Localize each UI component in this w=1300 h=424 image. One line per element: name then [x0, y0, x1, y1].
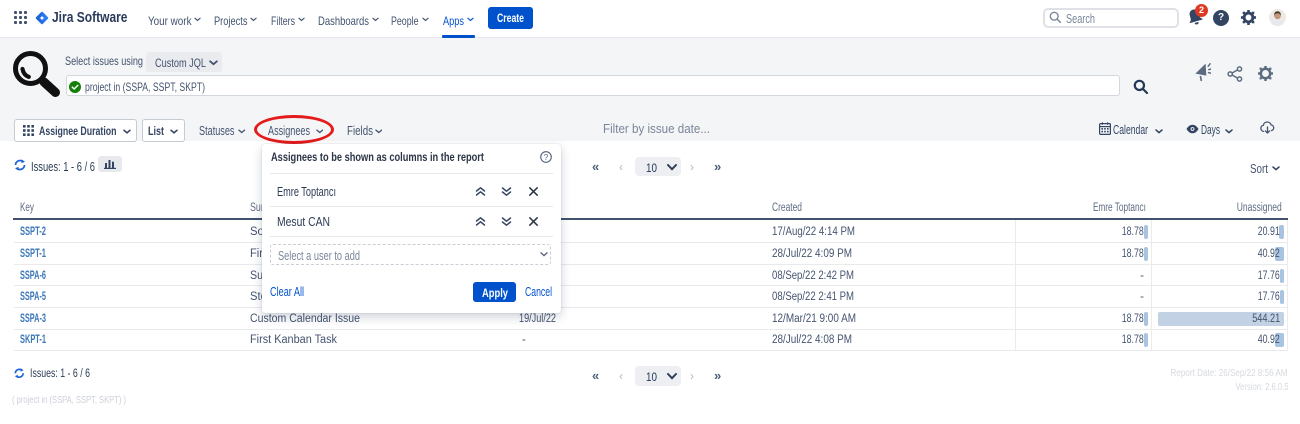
svg-text:?: ? — [544, 153, 549, 162]
